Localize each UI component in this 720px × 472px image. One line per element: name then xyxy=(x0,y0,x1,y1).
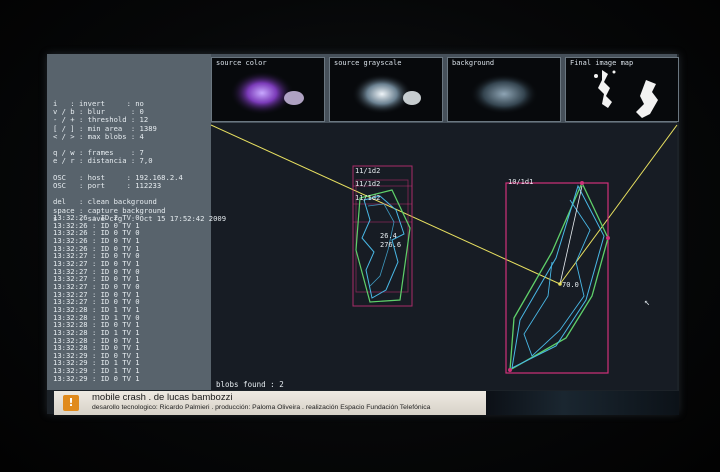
mouse-cursor-icon: ↖ xyxy=(644,297,651,308)
video-strip xyxy=(486,391,679,415)
left-blob-value-2: 276.6 xyxy=(380,241,401,249)
blob-right[interactable] xyxy=(505,181,610,374)
right-blob-value: 70.0 xyxy=(562,281,579,289)
blob-contour xyxy=(511,184,605,369)
blobs-found-status: blobs found : 2 xyxy=(216,380,284,389)
left-blob-id-2: 11/1d2 xyxy=(355,180,380,188)
right-blob-id: 10/1d1 xyxy=(508,178,533,186)
credits-subtitle: desarollo tecnologico: Ricardo Palmieri … xyxy=(92,404,431,411)
left-blob-id-1: 11/1d2 xyxy=(355,167,380,175)
left-blob-value-1: 26.4 xyxy=(380,232,397,240)
projection-line-left xyxy=(210,124,561,285)
credits-title: mobile crash . de lucas bambozzi xyxy=(92,392,233,403)
left-blob-id-3: 11/1d2 xyxy=(355,194,380,202)
warning-icon: ! xyxy=(63,395,79,411)
